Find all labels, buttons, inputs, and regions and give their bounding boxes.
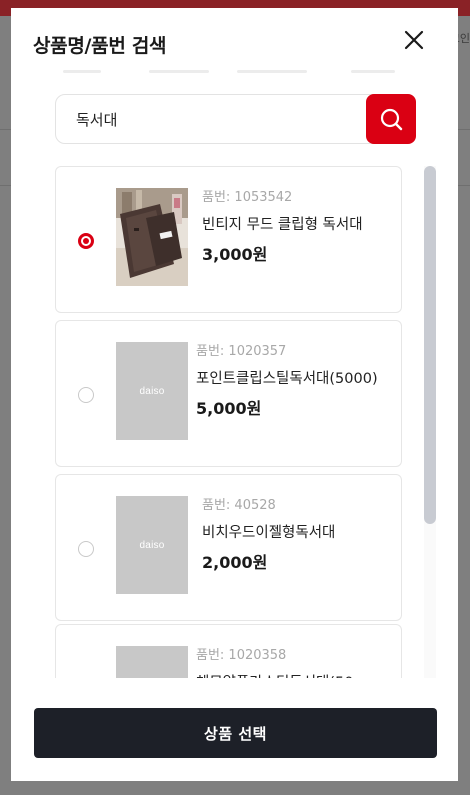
search-input[interactable] <box>76 95 356 143</box>
product-radio[interactable] <box>78 233 94 249</box>
product-card[interactable]: daiso 품번: 40528 비치우드이젤형독서대 2,000원 <box>55 474 402 621</box>
product-code: 품번: 1053542 <box>202 190 293 205</box>
product-image <box>116 188 188 286</box>
product-image-placeholder: daiso <box>116 496 188 594</box>
product-code: 품번: 1020358 <box>196 648 287 663</box>
product-price: 2,000원 <box>202 553 268 572</box>
scrollbar-thumb[interactable] <box>424 166 436 524</box>
product-radio[interactable] <box>78 387 94 403</box>
product-price: 3,000원 <box>202 245 268 264</box>
product-code: 품번: 40528 <box>202 498 276 513</box>
product-code: 품번: 1020357 <box>196 344 287 359</box>
close-icon <box>404 30 424 50</box>
product-image-placeholder: daiso <box>116 342 188 440</box>
product-search-modal: 상품명/품번 검색 독서대 품번: 1053542 빈티지 무드 클립형 독서대… <box>11 8 458 781</box>
search-icon <box>380 108 403 131</box>
product-card[interactable]: 품번: 1053542 빈티지 무드 클립형 독서대 3,000원 <box>55 166 402 313</box>
product-info: 품번: 1020357 포인트클립스틸독서대(5000) 5,000원 <box>196 343 388 420</box>
product-name: 비치우드이젤형독서대 <box>202 525 336 541</box>
product-info: 품번: 1053542 빈티지 무드 클립형 독서대 3,000원 <box>202 189 394 266</box>
product-list: 품번: 1053542 빈티지 무드 클립형 독서대 3,000원 daiso … <box>55 166 402 686</box>
select-product-button[interactable]: 상품 선택 <box>34 708 437 758</box>
product-radio[interactable] <box>78 541 94 557</box>
search-box <box>55 94 416 144</box>
product-price: 5,000원 <box>196 399 262 418</box>
faint-tab-strip <box>51 70 411 76</box>
list-bottom-mask <box>11 678 458 698</box>
search-button[interactable] <box>366 94 416 144</box>
product-name: 빈티지 무드 클립형 독서대 <box>202 217 363 233</box>
product-card[interactable]: 품번: 1020358 체모약플라스틱독서대(50 <box>55 624 402 686</box>
close-button[interactable] <box>401 27 427 53</box>
modal-title: 상품명/품번 검색 <box>33 35 167 57</box>
product-info: 품번: 40528 비치우드이젤형독서대 2,000원 <box>202 497 394 574</box>
product-name: 포인트클립스틸독서대(5000) <box>196 371 378 387</box>
product-card[interactable]: daiso 품번: 1020357 포인트클립스틸독서대(5000) 5,000… <box>55 320 402 467</box>
